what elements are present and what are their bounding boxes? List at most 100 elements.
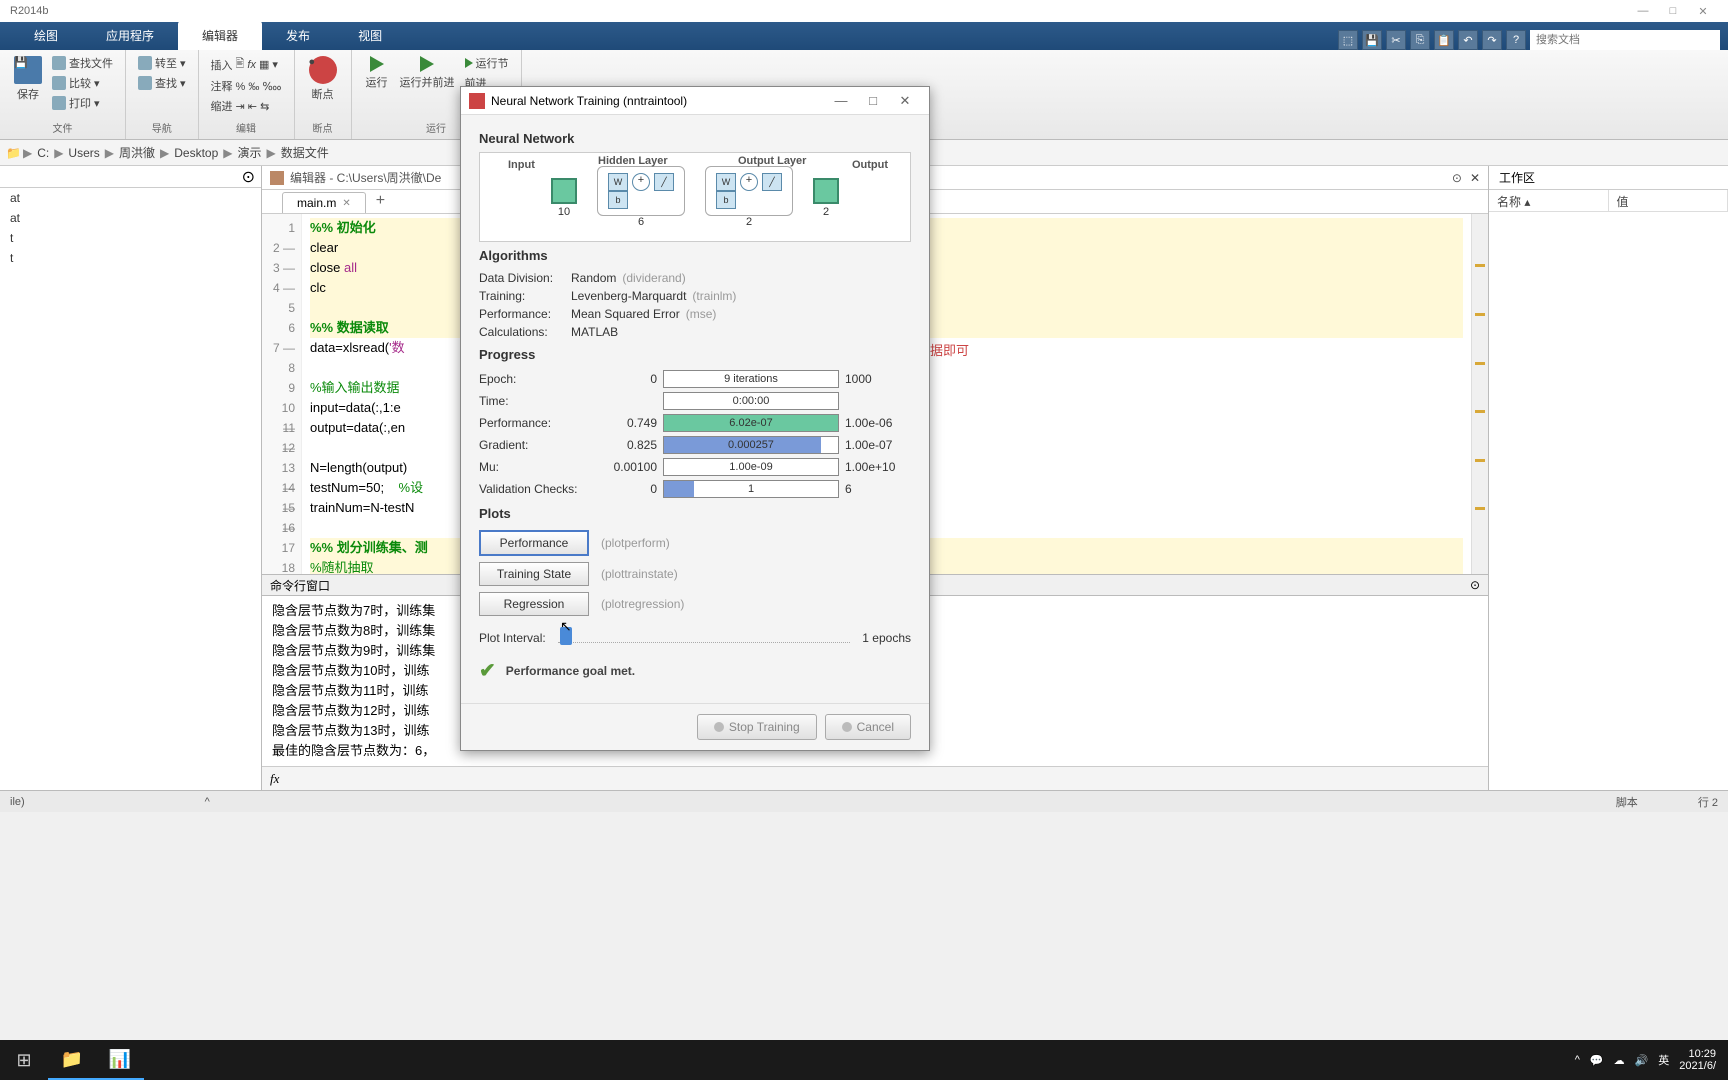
dialog-close-button[interactable]: ✕ [889,93,921,109]
progress-mu: Mu:0.001001.00e-091.00e+10 [479,456,911,478]
crumb-drive[interactable]: C: [34,146,52,160]
progress-validation: Validation Checks:016 [479,478,911,500]
editor-scrollbar[interactable] [1471,214,1488,574]
plot-performance-button[interactable]: Performance [479,530,589,556]
app-titlebar: R2014b — □ ✕ [0,0,1728,22]
play-icon [370,56,384,72]
check-icon: ✔ [479,658,496,683]
wechat-icon[interactable]: 💬 [1590,1054,1604,1067]
close-button[interactable]: ✕ [1688,5,1718,18]
undo-icon[interactable]: ↶ [1458,30,1478,50]
output-node-icon [813,178,839,204]
cloud-icon[interactable]: ☁ [1614,1054,1625,1067]
app-title: R2014b [10,5,49,17]
insert-button[interactable]: 插入 🖹 fx ▦ ▾ [209,54,284,75]
comment-button[interactable]: 注释 % ‰ ‱ [209,77,284,95]
volume-icon[interactable]: 🔊 [1635,1054,1649,1067]
ribbon-tabs: 绘图 应用程序 编辑器 发布 视图 ⬚ 💾 ✂ ⎘ 📋 ↶ ↷ ? [0,22,1728,50]
maximize-button[interactable]: □ [1658,5,1688,17]
function-bar[interactable]: fx [262,766,1488,790]
help-icon[interactable]: ? [1506,30,1526,50]
stop-icon [714,722,724,732]
file-item[interactable]: t [0,248,261,268]
save-icon: 💾 [14,56,42,84]
file-item[interactable]: t [0,228,261,248]
stop-training-button[interactable]: Stop Training [697,714,817,740]
crumb-data[interactable]: 数据文件 [278,144,332,161]
tab-apps[interactable]: 应用程序 [82,21,178,50]
search-docs-input[interactable] [1530,30,1720,50]
plot-trainingstate-button[interactable]: Training State [479,562,589,586]
progress-performance: Performance:0.7496.02e-071.00e-06 [479,412,911,434]
start-button[interactable]: ⊞ [0,1040,48,1080]
taskbar-explorer[interactable]: 📁 [48,1040,96,1080]
col-value[interactable]: 值 [1609,190,1728,211]
dialog-maximize-button[interactable]: □ [857,93,889,108]
crumb-demo[interactable]: 演示 [235,144,265,161]
goto-icon [138,56,152,70]
workspace-columns: 名称 ▴ 值 [1489,190,1728,212]
indent-button[interactable]: 缩进 ⇥ ⇤ ⇆ [209,97,284,115]
run-button[interactable]: 运行 [362,54,392,120]
group-label: 文件 [10,120,115,135]
copy-icon[interactable]: ⎘ [1410,30,1430,50]
tray-up-icon[interactable]: ^ [1575,1054,1580,1066]
tab-editor[interactable]: 编辑器 [178,21,262,50]
progress-gradient: Gradient:0.8250.0002571.00e-07 [479,434,911,456]
new-tab-button[interactable]: + [366,189,395,213]
nntraintool-dialog: Neural Network Training (nntraintool) — … [460,86,930,751]
ribbon-quick-access: ⬚ 💾 ✂ ⎘ 📋 ↶ ↷ ? [1338,30,1728,50]
crumb-desktop[interactable]: Desktop [171,146,221,160]
progress-epoch: Epoch:09 iterations1000 [479,368,911,390]
minimize-button[interactable]: — [1628,5,1658,17]
dialog-titlebar[interactable]: Neural Network Training (nntraintool) — … [461,87,929,115]
file-item[interactable]: at [0,188,261,208]
plot-regression-button[interactable]: Regression [479,592,589,616]
pane-menu-icon[interactable]: ⊙ [242,167,255,187]
redo-icon[interactable]: ↷ [1482,30,1502,50]
plot-interval-slider[interactable] [558,633,851,643]
print-button[interactable]: 打印 ▾ [50,94,115,112]
system-tray: ^ 💬 ☁ 🔊 英 10:29 2021/6/ [1563,1048,1728,1072]
file-item[interactable]: at [0,208,261,228]
run-section-button[interactable]: 运行节 [463,54,511,72]
fx-icon: fx [270,771,279,787]
save-button[interactable]: 💾保存 [10,54,46,120]
col-name[interactable]: 名称 ▴ [1489,190,1609,211]
workspace-title: 工作区 [1489,166,1728,190]
qat-icon[interactable]: ⬚ [1338,30,1358,50]
crumb-users[interactable]: Users [65,146,102,160]
tab-view[interactable]: 视图 [334,21,406,50]
goto-button[interactable]: 转至 ▾ [136,54,188,72]
clock[interactable]: 10:29 2021/6/ [1679,1048,1716,1072]
windows-taskbar: ⊞ 📁 📊 ^ 💬 ☁ 🔊 英 10:29 2021/6/ [0,1040,1728,1080]
editor-close-icon[interactable]: ✕ [1470,171,1480,185]
run-advance-button[interactable]: 运行并前进 [396,54,459,120]
save-icon[interactable]: 💾 [1362,30,1382,50]
play-section-icon [465,58,473,68]
folder-icon[interactable]: 📁 [6,146,21,160]
file-tab[interactable]: main.m✕ [282,192,366,213]
slider-thumb[interactable] [560,627,572,645]
tab-publish[interactable]: 发布 [262,21,334,50]
compare-button[interactable]: 比较 ▾ [50,74,115,92]
cut-icon[interactable]: ✂ [1386,30,1406,50]
tab-close-icon[interactable]: ✕ [342,198,350,209]
dialog-minimize-button[interactable]: — [825,93,857,108]
findfiles-button[interactable]: 查找文件 [50,54,115,72]
dialog-title: Neural Network Training (nntraintool) [491,94,687,108]
current-folder-pane: ⊙ at at t t [0,166,262,790]
tab-plot[interactable]: 绘图 [10,21,82,50]
editor-menu-icon[interactable]: ⊙ [1452,171,1462,185]
crumb-user[interactable]: 周洪徹 [116,144,158,161]
section-plots: Plots [479,506,911,521]
paste-icon[interactable]: 📋 [1434,30,1454,50]
find-button[interactable]: 查找 ▾ [136,74,188,92]
taskbar-matlab[interactable]: 📊 [96,1040,144,1080]
breakpoints-button[interactable]: ●断点 [305,54,341,120]
find-icon [52,56,66,70]
ime-indicator[interactable]: 英 [1658,1052,1669,1068]
cmdwin-menu-icon[interactable]: ⊙ [1470,578,1480,592]
cancel-button[interactable]: Cancel [825,714,911,740]
section-algo: Algorithms [479,248,911,263]
